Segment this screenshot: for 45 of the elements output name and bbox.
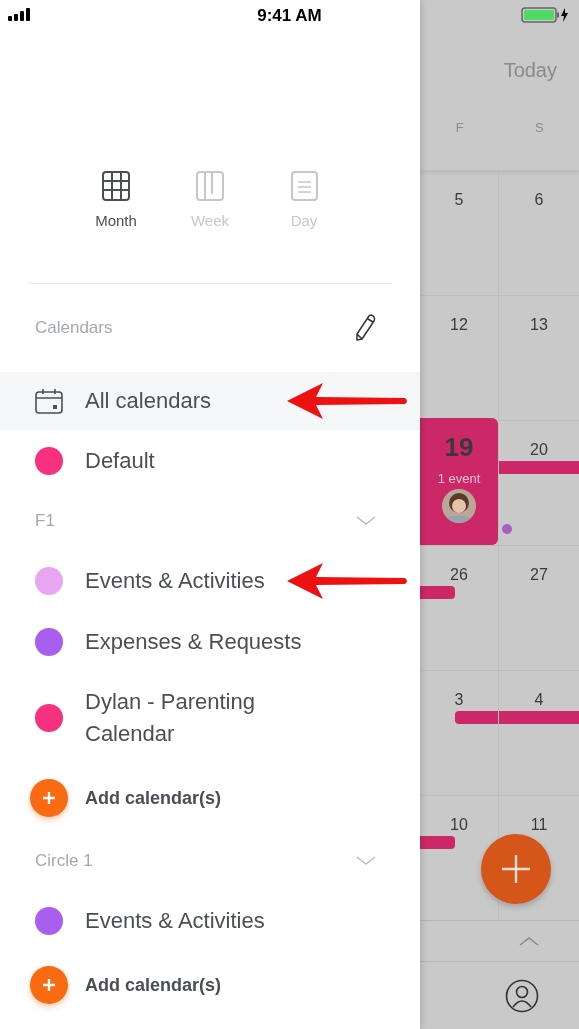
- group-title: Circle 1: [35, 851, 93, 871]
- plus-icon: [501, 854, 531, 884]
- day-number: 5: [453, 191, 465, 209]
- week-view-icon: [195, 170, 225, 202]
- day-number: 4: [533, 691, 545, 709]
- add-calendar-button[interactable]: [30, 779, 68, 817]
- profile-icon[interactable]: [505, 979, 539, 1013]
- group-title: F1: [35, 511, 55, 531]
- day-number: 6: [533, 191, 545, 209]
- add-calendar-button[interactable]: [30, 966, 68, 1004]
- plus-icon: [42, 791, 56, 805]
- event-count: 1 event: [436, 471, 482, 486]
- chevron-down-icon[interactable]: [356, 856, 376, 866]
- signal-icon: [8, 8, 32, 21]
- calendar-icon: [35, 388, 63, 414]
- add-calendar-label[interactable]: Add calendar(s): [85, 787, 222, 809]
- day-number: 3: [453, 691, 465, 709]
- calendar-name[interactable]: Default: [85, 445, 345, 477]
- day-number: 26: [449, 566, 469, 584]
- calendar-name[interactable]: Dylan - Parenting Calendar: [85, 686, 345, 750]
- day-number: 13: [529, 316, 549, 334]
- day-number: 19: [443, 432, 475, 463]
- battery-icon: [521, 7, 569, 23]
- day-number: 20: [529, 441, 549, 459]
- calendar-name[interactable]: Events & Activities: [85, 904, 345, 937]
- weekday-label: F: [454, 120, 465, 137]
- calendar-name[interactable]: Events & Activities: [85, 564, 345, 597]
- chevron-up-icon[interactable]: [519, 936, 539, 946]
- calendar-name: All calendars: [85, 387, 212, 415]
- all-calendars-item[interactable]: All calendars: [0, 372, 420, 430]
- add-calendar-label[interactable]: Add calendar(s): [85, 974, 222, 996]
- calendar-name[interactable]: Expenses & Requests: [85, 625, 345, 658]
- status-time: 9:41 AM: [257, 6, 322, 26]
- view-tab[interactable]: Month: [85, 170, 147, 245]
- pencil-icon[interactable]: [354, 313, 376, 343]
- day-number: 10: [449, 816, 469, 834]
- day-number: 27: [529, 566, 549, 584]
- weekday-label: S: [533, 120, 545, 137]
- day-view-icon: [289, 170, 319, 202]
- month-view-icon: [101, 170, 131, 202]
- section-title: Calendars: [35, 318, 113, 338]
- chevron-down-icon[interactable]: [356, 516, 376, 526]
- day-number: 12: [449, 316, 469, 334]
- plus-icon: [42, 978, 56, 992]
- day-number: 11: [529, 816, 549, 834]
